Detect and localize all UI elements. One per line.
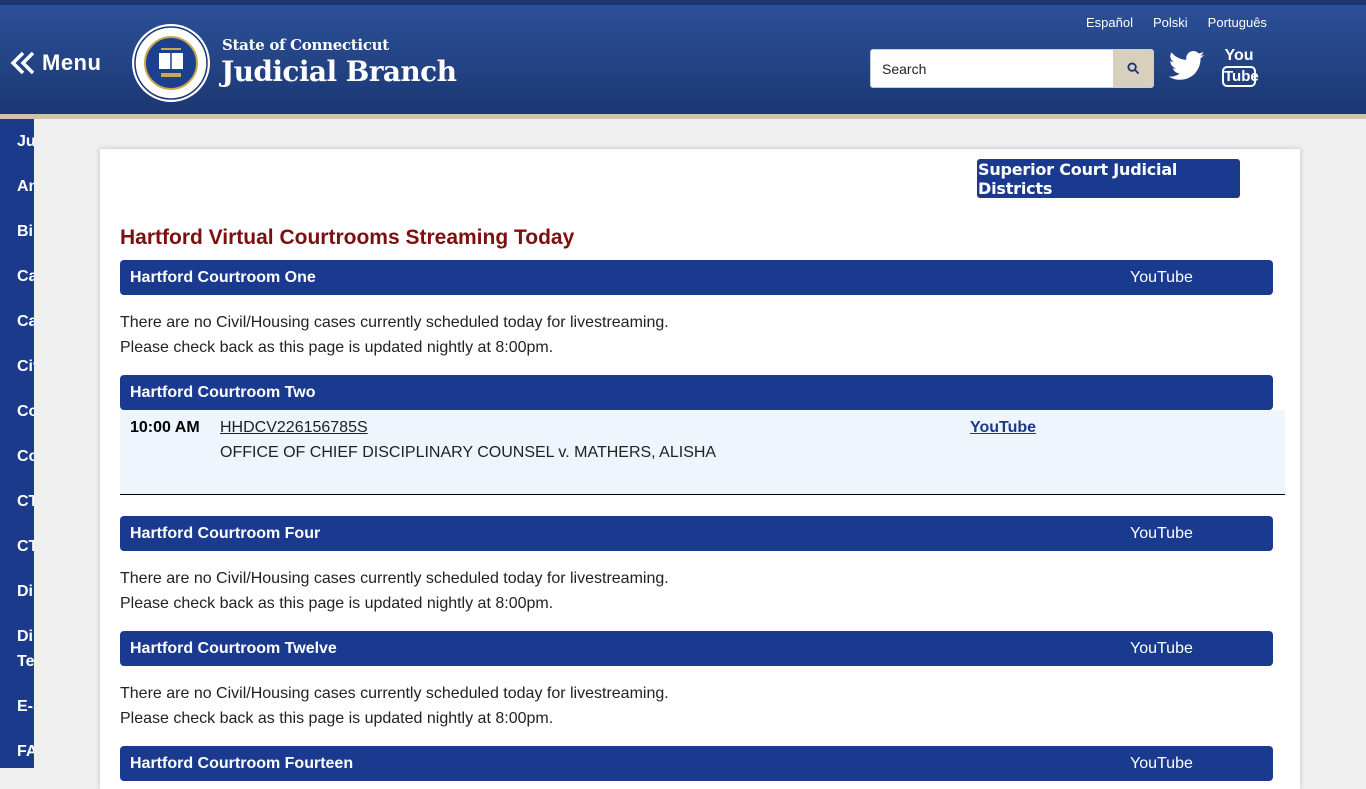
sidebar-item[interactable]: Co	[17, 448, 34, 466]
no-cases-message: There are no Civil/Housing cases current…	[120, 310, 669, 360]
sidebar-item[interactable]: CT	[17, 493, 34, 511]
sidebar-item[interactable]: Jud	[17, 133, 34, 151]
page-title: Hartford Virtual Courtrooms Streaming To…	[120, 226, 575, 249]
courtroom-header: Hartford Courtroom Four YouTube	[120, 516, 1273, 551]
language-link-portuguese[interactable]: Português	[1208, 15, 1267, 30]
search-button[interactable]	[1113, 50, 1153, 87]
no-cases-message: There are no Civil/Housing cases current…	[120, 681, 669, 731]
language-link-spanish[interactable]: Español	[1086, 15, 1133, 30]
courtroom-name: Hartford Courtroom Two	[130, 384, 316, 401]
case-number-link[interactable]: HHDCV226156785S	[220, 419, 368, 437]
courtroom-youtube-link[interactable]: YouTube	[1130, 640, 1193, 658]
brand-title: Judicial Branch	[221, 55, 457, 88]
case-youtube-link[interactable]: YouTube	[970, 419, 1036, 437]
case-time: 10:00 AM	[130, 419, 200, 436]
language-links: Español Polski Português	[1086, 15, 1267, 30]
courtroom-name: Hartford Courtroom One	[130, 269, 316, 286]
sidebar-item[interactable]: FA	[17, 743, 34, 761]
content-card: Superior Court Judicial Districts Hartfo…	[100, 149, 1300, 789]
menu-label: Menu	[42, 50, 102, 75]
courtroom-youtube-link[interactable]: YouTube	[1130, 269, 1193, 287]
language-link-polish[interactable]: Polski	[1153, 15, 1188, 30]
superior-court-districts-button[interactable]: Superior Court Judicial Districts	[977, 159, 1240, 198]
update-notice-line: Please check back as this page is update…	[120, 339, 554, 356]
site-header: Menu State of Connecticut Judicial Branc…	[0, 0, 1366, 114]
update-notice-line: Please check back as this page is update…	[120, 595, 554, 612]
youtube-icon[interactable]: You Tube	[1222, 47, 1259, 89]
search-input[interactable]	[871, 50, 1113, 87]
judicial-seal-logo[interactable]	[131, 23, 211, 103]
courtroom-header: Hartford Courtroom Fourteen YouTube	[120, 746, 1273, 781]
sidebar-item[interactable]: Ca	[17, 313, 34, 331]
sidebar-item[interactable]: Di	[17, 583, 33, 601]
courtroom-youtube-link[interactable]: YouTube	[1130, 525, 1193, 543]
sidebar-item[interactable]: Di	[17, 628, 33, 646]
courtroom-name: Hartford Courtroom Fourteen	[130, 755, 354, 772]
courtroom-header: Hartford Courtroom Two	[120, 375, 1273, 410]
no-cases-line: There are no Civil/Housing cases current…	[120, 314, 669, 331]
youtube-icon-bottom: Tube	[1222, 66, 1259, 87]
courtroom-header: Hartford Courtroom Twelve YouTube	[120, 631, 1273, 666]
sidebar-item[interactable]: Te	[17, 653, 34, 671]
courtroom-name: Hartford Courtroom Four	[130, 525, 321, 542]
menu-button[interactable]: Menu	[10, 47, 101, 79]
no-cases-message: There are no Civil/Housing cases current…	[120, 566, 669, 616]
update-notice-line: Please check back as this page is update…	[120, 710, 554, 727]
sidebar-item[interactable]: Co	[17, 403, 34, 421]
courtroom-name: Hartford Courtroom Twelve	[130, 640, 337, 657]
sidebar-item[interactable]: E-S	[17, 698, 34, 716]
sidebar-item[interactable]: Bi	[17, 223, 33, 241]
sidebar-item[interactable]: CT	[17, 538, 34, 556]
no-cases-line: There are no Civil/Housing cases current…	[120, 685, 669, 702]
case-row: 10:00 AM HHDCV226156785S OFFICE OF CHIEF…	[120, 410, 1285, 495]
no-cases-line: There are no Civil/Housing cases current…	[120, 570, 669, 587]
sidebar-item[interactable]: Ca	[17, 268, 34, 286]
sidebar-item[interactable]: Civ	[17, 358, 34, 376]
search-icon	[1126, 62, 1139, 75]
case-title: OFFICE OF CHIEF DISCIPLINARY COUNSEL v. …	[220, 444, 717, 461]
double-chevron-left-icon	[10, 51, 35, 75]
youtube-icon-top: You	[1224, 47, 1254, 64]
side-nav: Jud An Bi Ca Ca Civ Co Co CT CT Di Di Te…	[0, 119, 34, 768]
sidebar-item[interactable]: An	[17, 178, 34, 196]
courtroom-youtube-link[interactable]: YouTube	[1130, 755, 1193, 773]
search-box	[870, 49, 1154, 88]
header-accent-strip	[0, 114, 1366, 119]
courtroom-header: Hartford Courtroom One YouTube	[120, 260, 1273, 295]
twitter-icon[interactable]	[1169, 49, 1205, 83]
brand-state-name: State of Connecticut	[222, 36, 389, 54]
